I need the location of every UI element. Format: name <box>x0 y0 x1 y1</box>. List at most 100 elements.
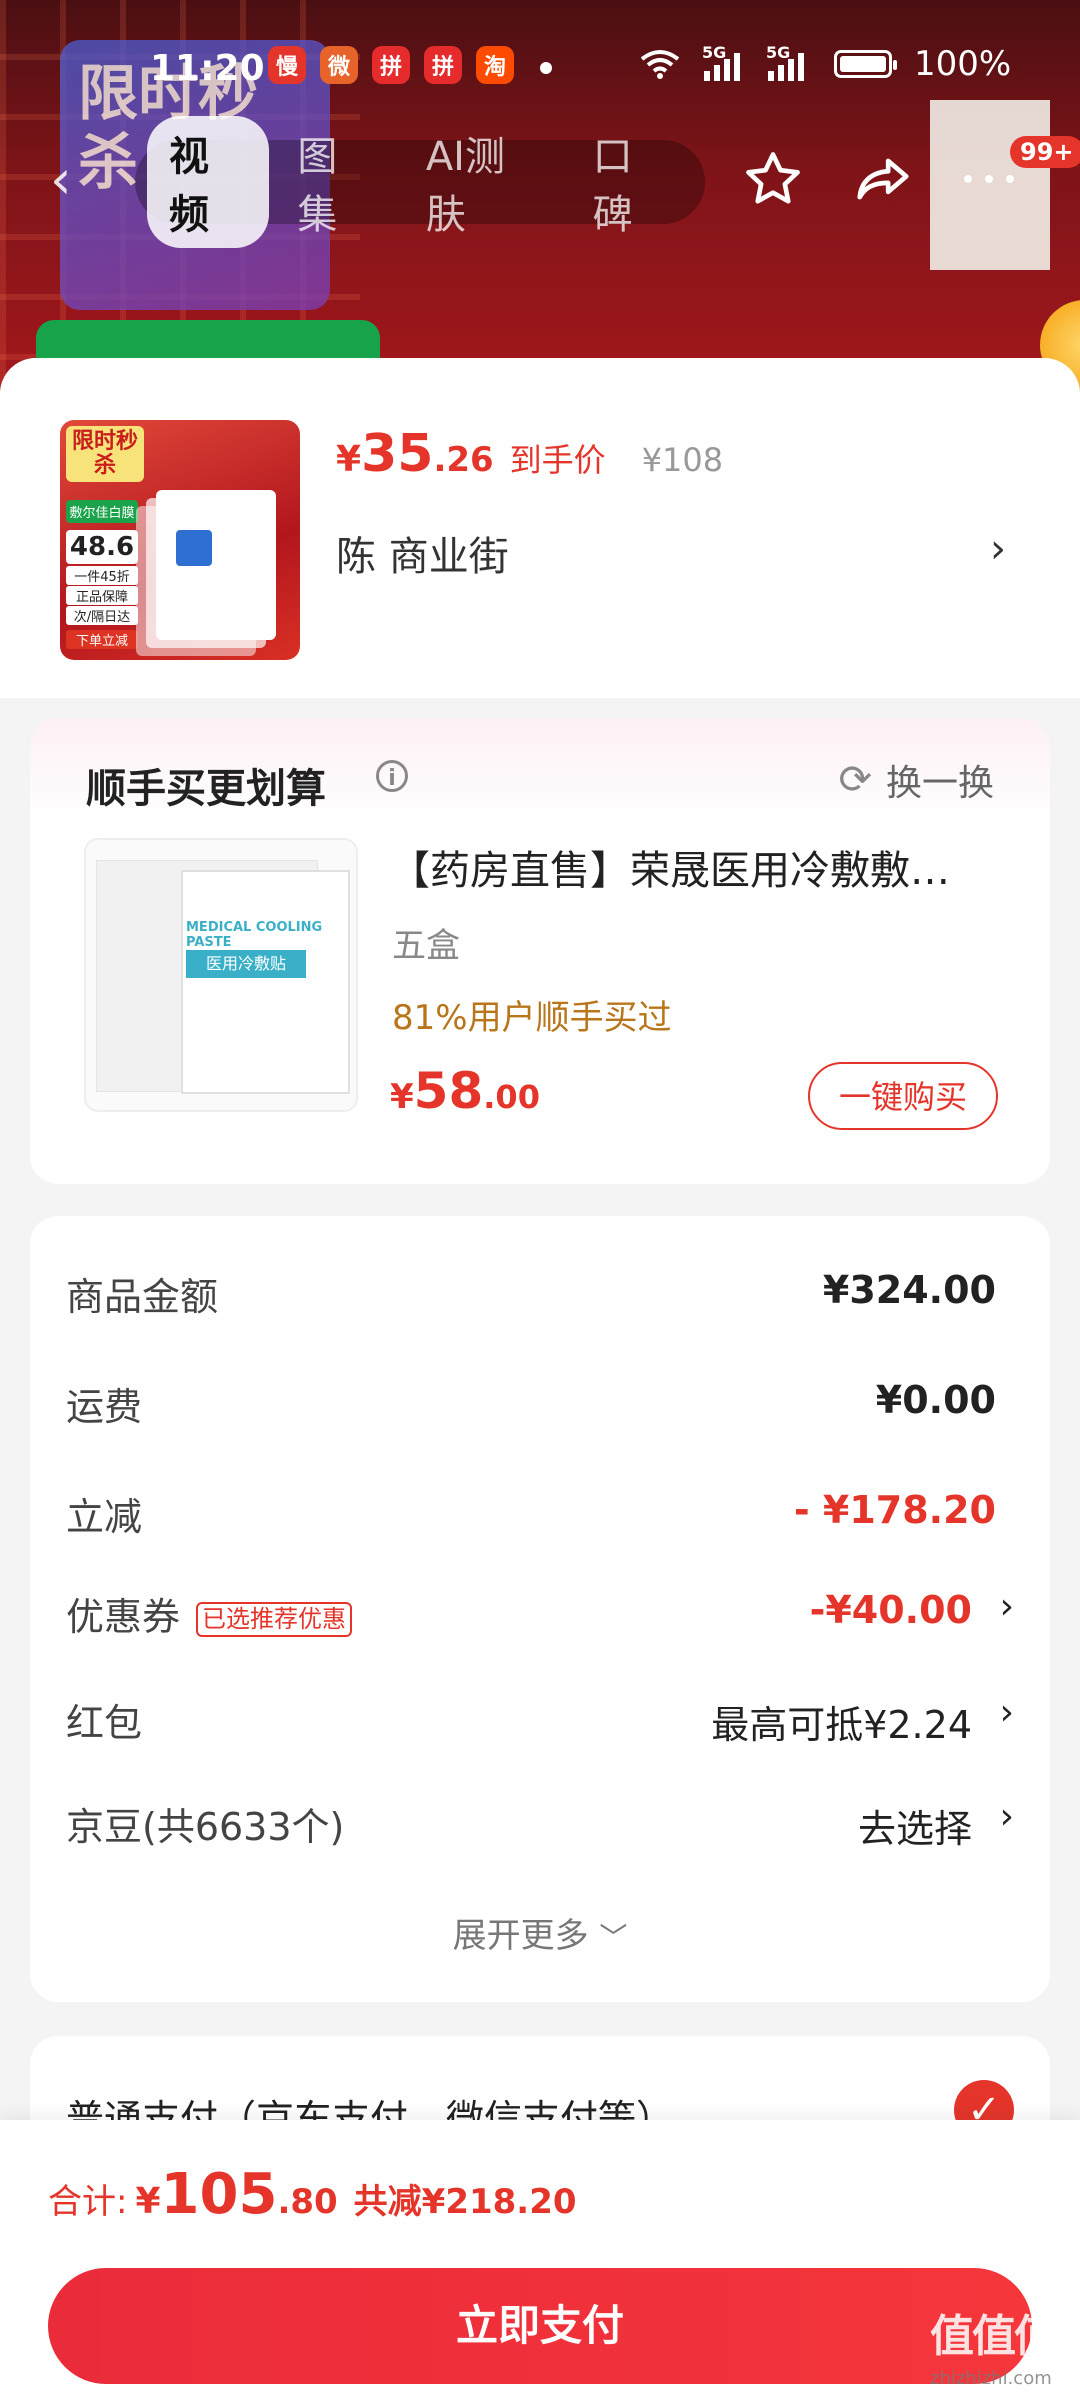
price-integer: 58 <box>413 1062 484 1120</box>
taobao-notification-icon: 淘 <box>476 46 514 84</box>
app-notification-icon: 慢 <box>268 46 306 84</box>
row-label: 运费 <box>66 1385 143 1429</box>
coupon-label: 优惠券 <box>66 1595 181 1639</box>
weibo-notification-icon: 微 <box>320 46 358 84</box>
more-notifications-dot <box>540 62 552 74</box>
row-value: 去选择 <box>857 1807 972 1851</box>
row-value: ¥0.00 <box>875 1378 996 1422</box>
chevron-right-icon[interactable]: › <box>1000 1692 1014 1733</box>
order-total: 合计: ¥105.80 共减¥218.20 <box>48 2162 577 2227</box>
total-decimal: .80 <box>277 2182 338 2222</box>
message-count-badge: 99+ <box>1010 136 1080 168</box>
row-jd-beans[interactable]: 京豆(共6633个) 去选择 › <box>66 1788 1014 1858</box>
flash-sale-stamp: 限时秒杀 <box>66 426 144 483</box>
status-bar: 11:20 慢 微 拼 拼 淘 5G 5G 100% <box>0 36 1080 106</box>
row-label: 京豆(共6633个) <box>66 1805 345 1849</box>
thumb-line: 下单立减 <box>66 630 138 649</box>
delivery-address[interactable]: 陈 商业街 <box>336 524 509 582</box>
system-icons: 5G 5G 100% <box>640 43 1012 84</box>
row-red-packet[interactable]: 红包 最高可抵¥2.24 › <box>66 1684 1014 1754</box>
product-nav-bar: ‹ 视频 图集 AI测肤 口碑 <box>0 116 1080 248</box>
row-value: - ¥178.20 <box>793 1488 996 1532</box>
total-savings: 共减¥218.20 <box>353 2182 577 2222</box>
sheet-header: 限时秒杀 敷尔佳白膜 48.6 一件45折 正品保障 次/隔日达 下单立减 ¥3… <box>0 358 1080 698</box>
recommended-product-image[interactable]: MEDICAL COOLING PASTE 医用冷敷贴 <box>84 838 358 1112</box>
thumb-line: 次/隔日达 <box>66 606 138 625</box>
row-goods-amount: 商品金额 ¥324.00 <box>66 1258 1014 1328</box>
expand-more-button[interactable]: 展开更多 ﹀ <box>30 1908 1050 1957</box>
pdd-notification-icon: 拼 <box>424 46 462 84</box>
chevron-right-icon[interactable]: › <box>990 526 1006 572</box>
info-icon[interactable]: i <box>376 760 408 792</box>
row-shipping: 运费 ¥0.00 <box>66 1368 1014 1438</box>
tab-gallery[interactable]: 图集 <box>275 116 397 248</box>
notification-icons: 慢 微 拼 拼 淘 <box>268 46 514 84</box>
refresh-icon: ⟳ <box>838 757 872 803</box>
recommended-product-price: ¥58.00 <box>390 1062 540 1120</box>
row-label: 商品金额 <box>66 1275 219 1319</box>
favorite-star-icon[interactable] <box>738 144 808 214</box>
row-label: 立减 <box>66 1495 143 1539</box>
currency-symbol: ¥ <box>135 2181 161 2222</box>
signal-5g-icon: 5G <box>766 43 804 81</box>
swap-label: 换一换 <box>885 763 994 804</box>
currency-symbol: ¥ <box>336 439 362 480</box>
product-thumbnail[interactable]: 限时秒杀 敷尔佳白膜 48.6 一件45折 正品保障 次/隔日达 下单立减 <box>60 420 300 660</box>
chevron-down-icon: ﹀ <box>599 1921 628 1954</box>
row-value: 最高可抵¥2.24 <box>711 1703 972 1747</box>
pdd-notification-icon: 拼 <box>372 46 410 84</box>
battery-icon <box>834 50 897 78</box>
product-spec: 五盒 <box>392 926 460 966</box>
chevron-right-icon[interactable]: › <box>1000 1796 1014 1837</box>
final-price: ¥35.26 到手价 ¥108 <box>336 424 723 484</box>
pay-now-button[interactable]: 立即支付 <box>48 2268 1032 2384</box>
section-title: 顺手买更划算 <box>86 766 326 812</box>
checkout-sheet: 限时秒杀 敷尔佳白膜 48.6 一件45折 正品保障 次/隔日达 下单立减 ¥3… <box>0 358 1080 2400</box>
row-value: -¥40.00 <box>809 1588 972 1632</box>
row-value: ¥324.00 <box>822 1268 996 1312</box>
product-box-image <box>156 490 276 640</box>
image-label-en: MEDICAL COOLING PASTE <box>186 920 323 950</box>
thumb-line: 一件45折 <box>66 566 138 585</box>
network-type: 5G <box>766 43 791 62</box>
watermark-url: zhizhizhi.com <box>930 2368 1052 2389</box>
price-breakdown-card: 商品金额 ¥324.00 运费 ¥0.00 立减 - ¥178.20 优惠券 已选… <box>30 1216 1050 2002</box>
thumb-line: 正品保障 <box>66 586 138 605</box>
row-label: 优惠券 已选推荐优惠 <box>66 1586 353 1641</box>
row-instant-discount: 立减 - ¥178.20 <box>66 1478 1014 1548</box>
expand-label: 展开更多 <box>452 1916 589 1956</box>
purchase-percentage: 81%用户顺手买过 <box>392 998 672 1038</box>
watermark-text: 值值值 <box>930 2311 1058 2362</box>
row-coupon[interactable]: 优惠券 已选推荐优惠 -¥40.00 › <box>66 1578 1014 1648</box>
thumb-price: 48.6 <box>66 530 138 564</box>
status-time: 11:20 <box>150 48 265 89</box>
coupon-selected-tag: 已选推荐优惠 <box>196 1602 353 1637</box>
price-decimal: .00 <box>483 1078 540 1116</box>
tab-ai-skin-test[interactable]: AI测肤 <box>404 116 565 248</box>
share-icon[interactable] <box>848 144 918 214</box>
checkout-bottom-bar: 合计: ¥105.80 共减¥218.20 立即支付 <box>0 2120 1080 2400</box>
battery-level: 100% <box>914 44 1012 84</box>
chevron-right-icon[interactable]: › <box>1000 1586 1014 1627</box>
recommended-product-name[interactable]: 【药房直售】荣晟医用冷敷敷… <box>390 838 1010 896</box>
currency-symbol: ¥ <box>390 1077 414 1117</box>
media-tabs: 视频 图集 AI测肤 口碑 <box>135 116 705 248</box>
back-icon[interactable]: ‹ <box>50 152 100 208</box>
price-integer: 35 <box>361 424 434 484</box>
wifi-icon <box>640 50 680 79</box>
total-label: 合计: <box>48 2182 128 2222</box>
row-label: 红包 <box>66 1701 143 1745</box>
tab-reviews[interactable]: 口碑 <box>571 116 693 248</box>
watermark: 值值值 zhizhizhi.com <box>930 2300 1058 2389</box>
image-label: 医用冷敷贴 <box>186 950 306 978</box>
one-click-buy-button[interactable]: 一键购买 <box>808 1062 998 1130</box>
signal-5g-icon: 5G <box>702 43 740 81</box>
thumb-brand: 敷尔佳白膜 <box>66 500 138 523</box>
tab-video[interactable]: 视频 <box>147 116 270 248</box>
swap-button[interactable]: ⟳ 换一换 <box>838 754 994 806</box>
network-type: 5G <box>702 43 727 62</box>
total-integer: 105 <box>160 2162 278 2227</box>
price-decimal: .26 <box>433 440 494 480</box>
original-price: ¥108 <box>641 441 724 479</box>
price-label: 到手价 <box>509 441 606 479</box>
